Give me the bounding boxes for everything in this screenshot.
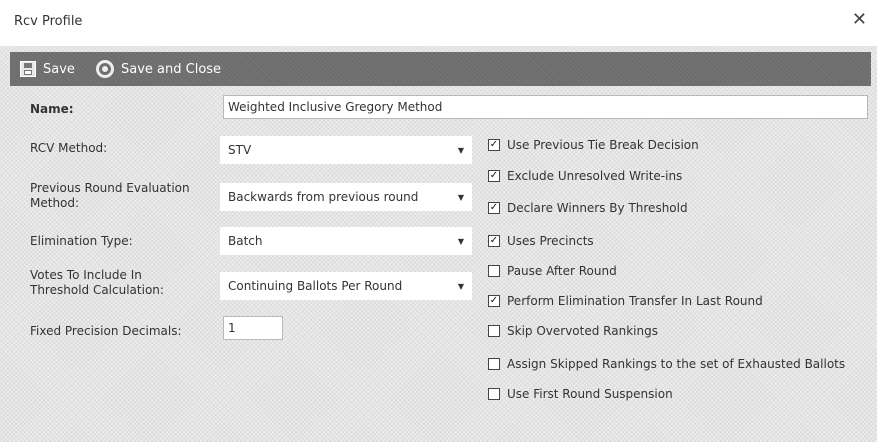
save-and-close-label: Save and Close <box>121 61 222 77</box>
save-button-label: Save <box>43 61 75 77</box>
elimination-type-label: Elimination Type: <box>30 234 133 248</box>
checkbox-box: ✓ <box>488 139 500 151</box>
checkbox-box: ✓ <box>488 170 500 182</box>
dropdown-arrow-icon: ▼ <box>457 146 464 155</box>
rcv-method-label: RCV Method: <box>30 141 108 155</box>
precision-input[interactable]: 1 <box>223 316 283 340</box>
floppy-disk-icon <box>20 61 36 77</box>
checkbox-uses-precincts[interactable]: ✓ Uses Precincts <box>488 232 594 250</box>
checkbox-use-first-round-suspension[interactable]: Use First Round Suspension <box>488 385 673 403</box>
checkbox-skip-overvoted-rankings[interactable]: Skip Overvoted Rankings <box>488 322 658 340</box>
checkbox-box: ✓ <box>488 295 500 307</box>
checkbox-box <box>488 358 500 370</box>
name-input[interactable]: Weighted Inclusive Gregory Method <box>223 95 868 119</box>
checkbox-label: Perform Elimination Transfer In Last Rou… <box>507 294 763 308</box>
checkbox-use-previous-tie-break[interactable]: ✓ Use Previous Tie Break Decision <box>488 136 699 154</box>
checkbox-label: Use First Round Suspension <box>507 387 673 401</box>
checkbox-label: Skip Overvoted Rankings <box>507 324 658 338</box>
checkbox-box <box>488 388 500 400</box>
prev-round-select[interactable]: Backwards from previous round ▼ <box>220 183 472 211</box>
save-close-icon <box>96 60 114 78</box>
dropdown-arrow-icon: ▼ <box>457 237 464 246</box>
toolbar: Save Save and Close <box>10 52 871 86</box>
rcv-method-value: STV <box>228 143 252 157</box>
close-icon[interactable]: ✕ <box>852 10 867 30</box>
checkbox-label: Pause After Round <box>507 264 617 278</box>
title-bar: Rcv Profile ✕ <box>0 0 877 46</box>
prev-round-value: Backwards from previous round <box>228 190 419 204</box>
checkbox-assign-skipped-rankings[interactable]: Assign Skipped Rankings to the set of Ex… <box>488 355 845 373</box>
window-title: Rcv Profile <box>14 14 83 29</box>
prev-round-label-line1: Previous Round Evaluation <box>30 181 190 195</box>
precision-label: Fixed Precision Decimals: <box>30 324 182 338</box>
votes-label-line2: Threshold Calculation: <box>30 283 164 297</box>
checkbox-exclude-unresolved-write-ins[interactable]: ✓ Exclude Unresolved Write-ins <box>488 167 682 185</box>
checkbox-label: Uses Precincts <box>507 234 594 248</box>
votes-label-line1: Votes To Include In <box>30 268 142 282</box>
checkbox-box <box>488 265 500 277</box>
save-and-close-button[interactable]: Save and Close <box>96 52 221 86</box>
rcv-method-select[interactable]: STV ▼ <box>220 136 472 164</box>
checkbox-box: ✓ <box>488 202 500 214</box>
checkbox-box: ✓ <box>488 235 500 247</box>
save-button[interactable]: Save <box>20 52 75 86</box>
checkbox-label: Assign Skipped Rankings to the set of Ex… <box>507 357 846 371</box>
checkbox-label: Exclude Unresolved Write-ins <box>507 169 683 183</box>
checkbox-pause-after-round[interactable]: Pause After Round <box>488 262 617 280</box>
prev-round-label-line2: Method: <box>30 196 80 210</box>
dropdown-arrow-icon: ▼ <box>457 193 464 202</box>
checkbox-box <box>488 325 500 337</box>
checkbox-perform-elimination-transfer[interactable]: ✓ Perform Elimination Transfer In Last R… <box>488 292 763 310</box>
checkbox-label: Use Previous Tie Break Decision <box>507 138 699 152</box>
checkbox-declare-winners-by-threshold[interactable]: ✓ Declare Winners By Threshold <box>488 199 688 217</box>
name-label: Name: <box>30 102 74 116</box>
votes-threshold-select[interactable]: Continuing Ballots Per Round ▼ <box>220 272 472 300</box>
elimination-type-select[interactable]: Batch ▼ <box>220 227 472 255</box>
dropdown-arrow-icon: ▼ <box>457 282 464 291</box>
elimination-type-value: Batch <box>228 234 263 248</box>
checkbox-label: Declare Winners By Threshold <box>507 201 688 215</box>
votes-threshold-value: Continuing Ballots Per Round <box>228 279 403 293</box>
